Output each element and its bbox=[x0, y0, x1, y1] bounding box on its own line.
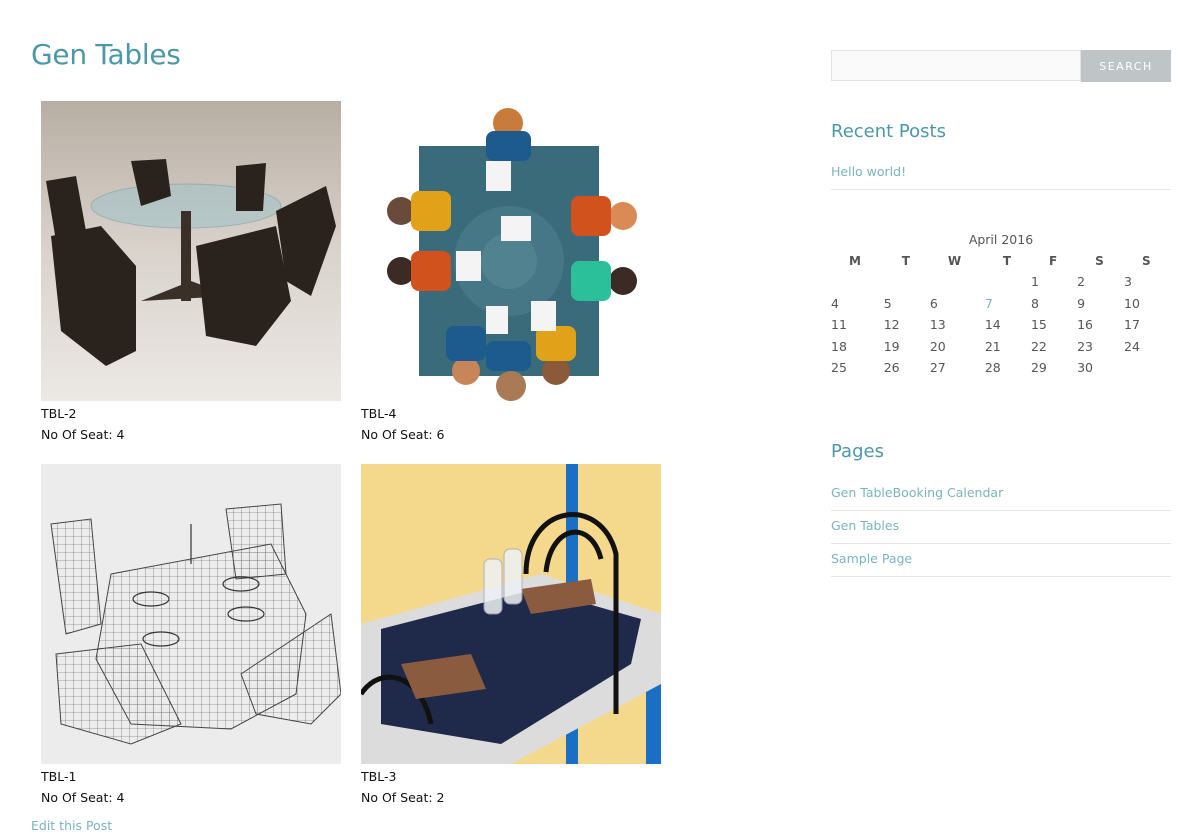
calendar-day: 1 bbox=[1030, 274, 1039, 290]
page-link-gen-tables[interactable]: Gen Tables bbox=[831, 518, 899, 533]
calendar-caption: April 2016 bbox=[968, 232, 1034, 247]
product-seats: No Of Seat: 4 bbox=[41, 790, 125, 805]
calendar-weekday: T bbox=[901, 254, 910, 268]
recent-post-link[interactable]: Hello world! bbox=[831, 164, 906, 179]
calendar-week: 1 2 3 bbox=[831, 271, 1171, 293]
product-seats: No Of Seat: 2 bbox=[361, 790, 445, 805]
calendar-week: 11 12 13 14 15 16 17 bbox=[831, 314, 1171, 336]
calendar-day: 24 bbox=[1124, 338, 1140, 354]
product-image[interactable] bbox=[41, 464, 341, 764]
calendar-day-link[interactable]: 7 bbox=[985, 296, 993, 311]
product-image[interactable] bbox=[41, 101, 341, 401]
calendar-day: 23 bbox=[1077, 338, 1093, 354]
calendar-weekdays: MTWTFSS bbox=[831, 251, 1171, 271]
list-item: Gen TableBooking Calendar bbox=[831, 478, 1171, 511]
calendar-weekday: S bbox=[1095, 254, 1104, 268]
product-seats: No Of Seat: 4 bbox=[41, 427, 125, 442]
page-link-gen-tablebooking-calendar[interactable]: Gen TableBooking Calendar bbox=[831, 485, 1003, 500]
calendar-day: 26 bbox=[883, 360, 900, 376]
calendar-day: 29 bbox=[1030, 360, 1047, 376]
calendar-weekday: S bbox=[1142, 254, 1151, 268]
calendar-day: 11 bbox=[831, 317, 847, 333]
calendar-day: 28 bbox=[984, 360, 1001, 376]
calendar-day: 25 bbox=[831, 360, 847, 376]
calendar-day: 22 bbox=[1030, 338, 1047, 354]
calendar-day bbox=[884, 271, 930, 293]
calendar-day: 6 bbox=[929, 295, 938, 311]
product-card: TBL-4 No Of Seat: 6 bbox=[361, 101, 661, 444]
calendar-day bbox=[985, 271, 1031, 293]
calendar-day: 4 bbox=[831, 295, 839, 311]
product-name: TBL-1 bbox=[41, 769, 77, 784]
calendar-weekday: W bbox=[947, 254, 962, 268]
page-title: Gen Tables bbox=[31, 38, 181, 71]
product-card: TBL-1 No Of Seat: 4 bbox=[41, 464, 341, 807]
calendar-weekday: F bbox=[1048, 254, 1058, 268]
calendar-day: 17 bbox=[1124, 317, 1140, 333]
calendar-week: 4 5 6 7 8 9 10 bbox=[831, 293, 1171, 315]
product-card: TBL-2 No Of Seat: 4 bbox=[41, 101, 341, 444]
list-item: Gen Tables bbox=[831, 511, 1171, 544]
calendar-day: 30 bbox=[1077, 360, 1093, 376]
calendar-day: 3 bbox=[1124, 274, 1132, 290]
calendar-day: 14 bbox=[984, 317, 1001, 333]
calendar-day: 20 bbox=[929, 338, 946, 354]
calendar-day: 18 bbox=[831, 338, 847, 354]
list-item: Sample Page bbox=[831, 544, 1171, 577]
product-card: TBL-3 No Of Seat: 2 bbox=[361, 464, 661, 807]
page-link-sample-page[interactable]: Sample Page bbox=[831, 551, 912, 566]
search-button[interactable]: SEARCH bbox=[1081, 50, 1171, 82]
calendar-day: 19 bbox=[883, 338, 900, 354]
calendar-week: 18 19 20 21 22 23 24 bbox=[831, 336, 1171, 358]
product-name: TBL-4 bbox=[361, 406, 397, 421]
search-input[interactable] bbox=[831, 50, 1081, 81]
calendar-day: 16 bbox=[1077, 317, 1093, 333]
calendar-day bbox=[831, 271, 884, 293]
product-seats: No Of Seat: 6 bbox=[361, 427, 445, 442]
calendar-day: 5 bbox=[883, 295, 892, 311]
pages-list: Gen TableBooking Calendar Gen Tables Sam… bbox=[831, 478, 1171, 577]
calendar-day: 9 bbox=[1077, 295, 1086, 311]
product-image[interactable] bbox=[361, 101, 661, 401]
calendar: April 2016 MTWTFSS 1 2 3 4 5 6 7 8 9 10 11 12 13 14 15… bbox=[831, 232, 1171, 379]
calendar-day: 2 bbox=[1077, 274, 1086, 290]
calendar-day: 8 bbox=[1030, 295, 1039, 311]
recent-posts-title: Recent Posts bbox=[831, 121, 946, 142]
calendar-day bbox=[930, 271, 985, 293]
product-name: TBL-3 bbox=[361, 769, 397, 784]
calendar-weekday: M bbox=[849, 254, 861, 268]
calendar-weekday: T bbox=[1002, 254, 1012, 268]
list-item: Hello world! bbox=[831, 157, 1171, 190]
calendar-day: 21 bbox=[984, 338, 1001, 354]
pages-title: Pages bbox=[831, 441, 884, 462]
recent-posts-list: Hello world! bbox=[831, 157, 1171, 190]
calendar-day: 10 bbox=[1124, 295, 1140, 311]
calendar-week: 25 26 27 28 29 30 bbox=[831, 357, 1171, 379]
calendar-day: 7 bbox=[985, 293, 1031, 315]
product-image[interactable] bbox=[361, 464, 661, 764]
calendar-day: 15 bbox=[1030, 317, 1047, 333]
product-name: TBL-2 bbox=[41, 406, 77, 421]
calendar-day: 27 bbox=[929, 360, 946, 376]
calendar-day: 13 bbox=[929, 317, 946, 333]
calendar-body: 1 2 3 4 5 6 7 8 9 10 11 12 13 14 15 16 17 18 19 20 21 22 23 24 2… bbox=[831, 271, 1171, 379]
calendar-day: 12 bbox=[883, 317, 900, 333]
edit-post-link[interactable]: Edit this Post bbox=[31, 818, 112, 833]
calendar-day bbox=[1124, 357, 1171, 379]
